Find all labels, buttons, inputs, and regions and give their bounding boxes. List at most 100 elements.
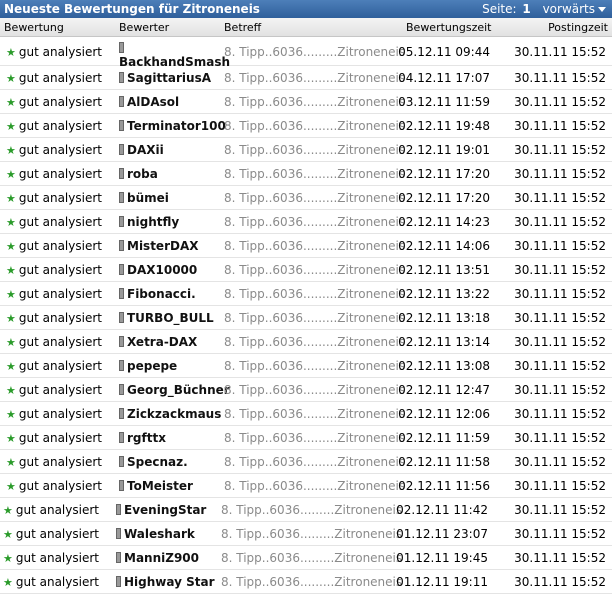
posting-time: 30.11.11 15:52	[514, 311, 606, 325]
pager-next-link[interactable]: vorwärts	[543, 2, 606, 16]
user-badge-icon	[119, 144, 124, 155]
rating-cell: ★ gut analysiert	[3, 527, 99, 541]
subject-link[interactable]: 8. Tipp..6036.........Zitroneneis	[224, 71, 405, 85]
rater-link[interactable]: rgfttx	[127, 431, 166, 445]
subject-link[interactable]: 8. Tipp..6036.........Zitroneneis	[224, 119, 405, 133]
subject-link[interactable]: 8. Tipp..6036.........Zitroneneis	[224, 311, 405, 325]
pager: Seite: 1 vorwärts	[482, 2, 606, 16]
subject-link[interactable]: 8. Tipp..6036.........Zitroneneis	[221, 503, 402, 517]
rating-cell: ★ gut analysiert	[6, 143, 102, 157]
subject-link[interactable]: 8. Tipp..6036.........Zitroneneis	[224, 167, 405, 181]
user-badge-icon	[119, 96, 124, 107]
subject-link[interactable]: 8. Tipp..6036.........Zitroneneis	[224, 359, 405, 373]
subject-cell: 8. Tipp..6036.........Zitroneneis	[224, 95, 405, 109]
rating-time: 04.12.11 17:07	[398, 71, 490, 85]
table-row: ★ gut analysiert Georg_Büchner 8. Tipp..603…	[0, 378, 612, 402]
subject-link[interactable]: 8. Tipp..6036.........Zitroneneis	[224, 239, 405, 253]
subject-link[interactable]: 8. Tipp..6036.........Zitroneneis	[224, 431, 405, 445]
rater-link[interactable]: ToMeister	[127, 479, 193, 493]
rater-link[interactable]: Georg_Büchner	[127, 383, 230, 397]
subject-link[interactable]: 8. Tipp..6036.........Zitroneneis	[224, 215, 405, 229]
rating-time: 02.12.11 14:23	[398, 215, 490, 229]
user-badge-icon	[119, 192, 124, 203]
user-badge-icon	[116, 552, 121, 563]
star-icon: ★	[6, 216, 16, 229]
rating-cell: ★ gut analysiert	[6, 45, 102, 59]
rating-time: 02.12.11 11:58	[398, 455, 490, 469]
posting-time: 30.11.11 15:52	[514, 383, 606, 397]
column-header-rater[interactable]: Bewerter	[119, 21, 169, 34]
column-header-rating[interactable]: Bewertung	[4, 21, 64, 34]
subject-cell: 8. Tipp..6036.........Zitroneneis	[224, 45, 405, 59]
rater-cell: TURBO_BULL	[119, 311, 214, 325]
rater-link[interactable]: ManniZ900	[124, 551, 199, 565]
posting-time: 30.11.11 15:52	[514, 551, 606, 565]
rating-label: gut analysiert	[18, 431, 102, 445]
rater-link[interactable]: nightfly	[127, 215, 179, 229]
user-badge-icon	[119, 408, 124, 419]
user-badge-icon	[119, 456, 124, 467]
user-badge-icon	[116, 504, 121, 515]
column-header-subject[interactable]: Betreff	[224, 21, 261, 34]
column-header-posting-time[interactable]: Postingzeit	[548, 21, 608, 34]
rater-cell: Specnaz.	[119, 455, 188, 469]
title-bar: Neueste Bewertungen für Zitroneneis Seit…	[0, 0, 612, 18]
rater-link[interactable]: SagittariusA	[127, 71, 211, 85]
rater-link[interactable]: Terminator100	[127, 119, 226, 133]
subject-link[interactable]: 8. Tipp..6036.........Zitroneneis	[224, 143, 405, 157]
rater-link[interactable]: AlDAsol	[127, 95, 179, 109]
subject-link[interactable]: 8. Tipp..6036.........Zitroneneis	[224, 287, 405, 301]
rating-label: gut analysiert	[18, 455, 102, 469]
rater-link[interactable]: pepepe	[127, 359, 177, 373]
rater-link[interactable]: EveningStar	[124, 503, 206, 517]
subject-link[interactable]: 8. Tipp..6036.........Zitroneneis	[221, 551, 402, 565]
rater-link[interactable]: Zickzackmaus	[127, 407, 221, 421]
subject-link[interactable]: 8. Tipp..6036.........Zitroneneis	[224, 335, 405, 349]
subject-cell: 8. Tipp..6036.........Zitroneneis	[224, 143, 405, 157]
user-badge-icon	[119, 288, 124, 299]
subject-link[interactable]: 8. Tipp..6036.........Zitroneneis	[224, 95, 405, 109]
rater-cell: Georg_Büchner	[119, 383, 230, 397]
rater-link[interactable]: Specnaz.	[127, 455, 188, 469]
rater-link[interactable]: bümei	[127, 191, 169, 205]
posting-time: 30.11.11 15:52	[514, 45, 606, 59]
subject-cell: 8. Tipp..6036.........Zitroneneis	[224, 287, 405, 301]
rater-link[interactable]: roba	[127, 167, 158, 181]
subject-link[interactable]: 8. Tipp..6036.........Zitroneneis	[224, 191, 405, 205]
rater-link[interactable]: Xetra-DAX	[127, 335, 197, 349]
rating-time: 02.12.11 17:20	[398, 167, 490, 181]
subject-cell: 8. Tipp..6036.........Zitroneneis	[224, 383, 405, 397]
star-icon: ★	[6, 168, 16, 181]
rating-label: gut analysiert	[15, 551, 99, 565]
subject-link[interactable]: 8. Tipp..6036.........Zitroneneis	[224, 45, 405, 59]
column-header-rating-time[interactable]: Bewertungszeit	[406, 21, 491, 34]
subject-link[interactable]: 8. Tipp..6036.........Zitroneneis	[224, 407, 405, 421]
subject-link[interactable]: 8. Tipp..6036.........Zitroneneis	[221, 575, 402, 589]
rating-time: 02.12.11 17:20	[398, 191, 490, 205]
rating-label: gut analysiert	[18, 263, 102, 277]
table-row: ★ gut analysiert Zickzackmaus 8. Tipp..6036…	[0, 402, 612, 426]
rater-link[interactable]: Highway Star	[124, 575, 215, 589]
star-icon: ★	[3, 552, 13, 565]
subject-cell: 8. Tipp..6036.........Zitroneneis	[224, 119, 405, 133]
rater-link[interactable]: TURBO_BULL	[127, 311, 214, 325]
rater-link[interactable]: MisterDAX	[127, 239, 199, 253]
table-row: ★ gut analysiert bümei 8. Tipp..6036.......…	[0, 186, 612, 210]
subject-cell: 8. Tipp..6036.........Zitroneneis	[221, 527, 402, 541]
subject-link[interactable]: 8. Tipp..6036.........Zitroneneis	[224, 383, 405, 397]
rater-link[interactable]: Waleshark	[124, 527, 195, 541]
subject-link[interactable]: 8. Tipp..6036.........Zitroneneis	[224, 263, 405, 277]
subject-cell: 8. Tipp..6036.........Zitroneneis	[221, 551, 402, 565]
subject-link[interactable]: 8. Tipp..6036.........Zitroneneis	[224, 455, 405, 469]
rater-link[interactable]: Fibonacci.	[127, 287, 196, 301]
rater-link[interactable]: DAXii	[127, 143, 164, 157]
subject-cell: 8. Tipp..6036.........Zitroneneis	[224, 167, 405, 181]
star-icon: ★	[6, 408, 16, 421]
rater-link[interactable]: DAX10000	[127, 263, 197, 277]
subject-link[interactable]: 8. Tipp..6036.........Zitroneneis	[224, 479, 405, 493]
table-row: ★ gut analysiert BackhandSmash 8. Tipp..603…	[0, 37, 612, 69]
user-badge-icon	[116, 528, 121, 539]
star-icon: ★	[6, 360, 16, 373]
rating-time: 05.12.11 09:44	[398, 45, 490, 59]
subject-link[interactable]: 8. Tipp..6036.........Zitroneneis	[221, 527, 402, 541]
